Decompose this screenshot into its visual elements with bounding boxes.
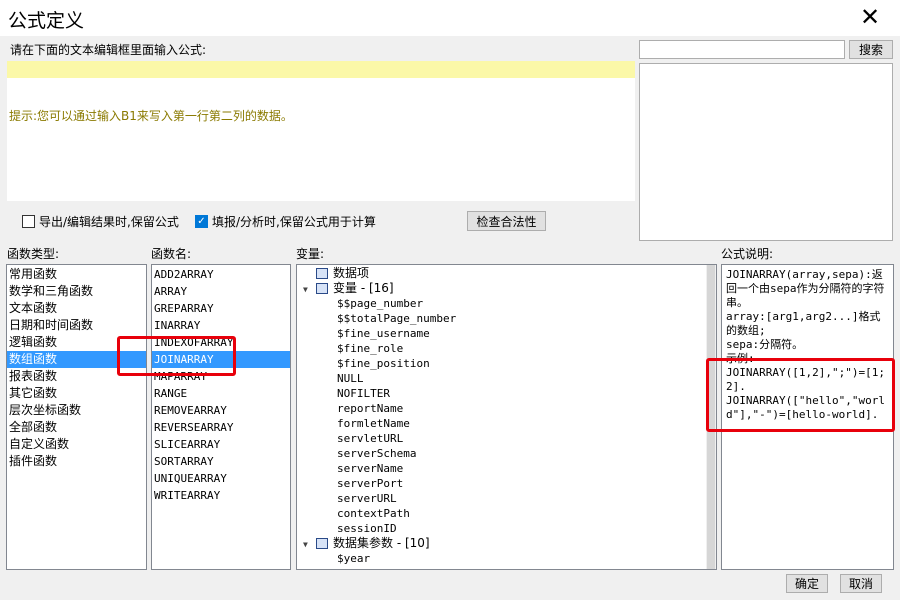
variable-item[interactable]: contextPath bbox=[297, 506, 716, 521]
category-item[interactable]: 自定义函数 bbox=[7, 436, 146, 453]
function-item[interactable]: INARRAY bbox=[152, 317, 290, 334]
ok-button[interactable]: 确定 bbox=[786, 574, 828, 593]
export-keep-formula-label: 导出/编辑结果时,保留公式 bbox=[39, 215, 179, 229]
variable-item[interactable]: serverPort bbox=[297, 476, 716, 491]
collapse-arrow-icon[interactable]: ▼ bbox=[303, 282, 313, 297]
category-item[interactable]: 数学和三角函数 bbox=[7, 283, 146, 300]
tree-node-label: 数据集参数 - [10] bbox=[333, 536, 430, 550]
tree-node[interactable]: 数据项 bbox=[297, 266, 716, 281]
check-validity-button[interactable]: 检查合法性 bbox=[467, 211, 546, 231]
cancel-button[interactable]: 取消 bbox=[840, 574, 882, 593]
annotation-box-joinarray bbox=[117, 336, 236, 376]
function-item[interactable]: RANGE bbox=[152, 385, 290, 402]
dataset-param-icon bbox=[316, 537, 328, 549]
variable-item[interactable]: formletName bbox=[297, 416, 716, 431]
function-item[interactable]: WRITEARRAY bbox=[152, 487, 290, 504]
variable-group-icon bbox=[316, 282, 328, 294]
export-keep-formula-option[interactable]: 导出/编辑结果时,保留公式 bbox=[22, 213, 179, 230]
variable-item[interactable]: $$totalPage_number bbox=[297, 311, 716, 326]
variable-item[interactable]: $fine_position bbox=[297, 356, 716, 371]
category-item[interactable]: 全部函数 bbox=[7, 419, 146, 436]
category-item[interactable]: 插件函数 bbox=[7, 453, 146, 470]
functions-label: 函数名: bbox=[151, 247, 192, 261]
variable-item[interactable]: NULL bbox=[297, 371, 716, 386]
current-line-highlight bbox=[7, 61, 635, 78]
editor-hint: 提示:您可以通过输入B1来写入第一行第二列的数据。 bbox=[9, 109, 293, 123]
variable-item[interactable]: serverName bbox=[297, 461, 716, 476]
tree-node[interactable]: ▼ 变量 - [16] bbox=[297, 281, 716, 296]
category-item[interactable]: 常用函数 bbox=[7, 266, 146, 283]
category-item[interactable]: 其它函数 bbox=[7, 385, 146, 402]
function-item[interactable]: ADD2ARRAY bbox=[152, 266, 290, 283]
fill-keep-formula-checkbox[interactable]: ✓ bbox=[195, 215, 208, 228]
category-item[interactable]: 日期和时间函数 bbox=[7, 317, 146, 334]
category-list: 常用函数 数学和三角函数 文本函数 日期和时间函数 逻辑函数 数组函数 报表函数 其它函数 层次… bbox=[6, 264, 147, 570]
variable-item[interactable]: serverURL bbox=[297, 491, 716, 506]
search-input[interactable] bbox=[639, 40, 845, 59]
function-item[interactable]: ARRAY bbox=[152, 283, 290, 300]
tree-node-label: 变量 - [16] bbox=[333, 281, 394, 295]
annotation-box-example bbox=[706, 358, 895, 432]
function-item[interactable]: SLICEARRAY bbox=[152, 436, 290, 453]
search-results-panel bbox=[639, 63, 893, 241]
variable-item[interactable]: serverSchema bbox=[297, 446, 716, 461]
data-item-icon bbox=[316, 267, 328, 279]
fill-keep-formula-option[interactable]: ✓ 填报/分析时,保留公式用于计算 bbox=[195, 213, 376, 230]
variable-item[interactable]: NOFILTER bbox=[297, 386, 716, 401]
title-bar: 公式定义 ✕ bbox=[0, 0, 900, 36]
dataset-param-item[interactable]: $year bbox=[297, 551, 716, 566]
variable-item[interactable]: servletURL bbox=[297, 431, 716, 446]
variable-item[interactable]: $fine_username bbox=[297, 326, 716, 341]
collapse-arrow-icon[interactable]: ▼ bbox=[303, 537, 313, 552]
variable-item[interactable]: $fine_role bbox=[297, 341, 716, 356]
function-item[interactable]: GREPARRAY bbox=[152, 300, 290, 317]
description-label: 公式说明: bbox=[721, 247, 774, 261]
tree-node-label: 数据项 bbox=[333, 266, 370, 280]
variable-tree: 数据项 ▼ 变量 - [16] $$page_number $$totalPage_nu… bbox=[296, 264, 717, 570]
categories-label: 函数类型: bbox=[7, 247, 60, 261]
function-item[interactable]: REMOVEARRAY bbox=[152, 402, 290, 419]
variable-item[interactable]: $$page_number bbox=[297, 296, 716, 311]
function-item[interactable]: REVERSEARRAY bbox=[152, 419, 290, 436]
function-item[interactable]: SORTARRAY bbox=[152, 453, 290, 470]
function-list: ADD2ARRAY ARRAY GREPARRAY INARRAY INDEXOFARR… bbox=[151, 264, 291, 570]
category-item[interactable]: 文本函数 bbox=[7, 300, 146, 317]
variables-label: 变量: bbox=[296, 247, 325, 261]
variable-item[interactable]: sessionID bbox=[297, 521, 716, 536]
tree-node[interactable]: ▼ 数据集参数 - [10] bbox=[297, 536, 716, 551]
dialog-title: 公式定义 bbox=[8, 10, 85, 32]
export-keep-formula-checkbox[interactable] bbox=[22, 215, 35, 228]
fill-keep-formula-label: 填报/分析时,保留公式用于计算 bbox=[212, 215, 376, 229]
formula-editor[interactable]: 提示:您可以通过输入B1来写入第一行第二列的数据。 bbox=[7, 61, 635, 201]
editor-label: 请在下面的文本编辑框里面输入公式: bbox=[10, 43, 207, 57]
function-item[interactable]: UNIQUEARRAY bbox=[152, 470, 290, 487]
category-item[interactable]: 层次坐标函数 bbox=[7, 402, 146, 419]
close-icon[interactable]: ✕ bbox=[860, 4, 880, 30]
search-button[interactable]: 搜索 bbox=[849, 40, 893, 59]
variable-item[interactable]: reportName bbox=[297, 401, 716, 416]
